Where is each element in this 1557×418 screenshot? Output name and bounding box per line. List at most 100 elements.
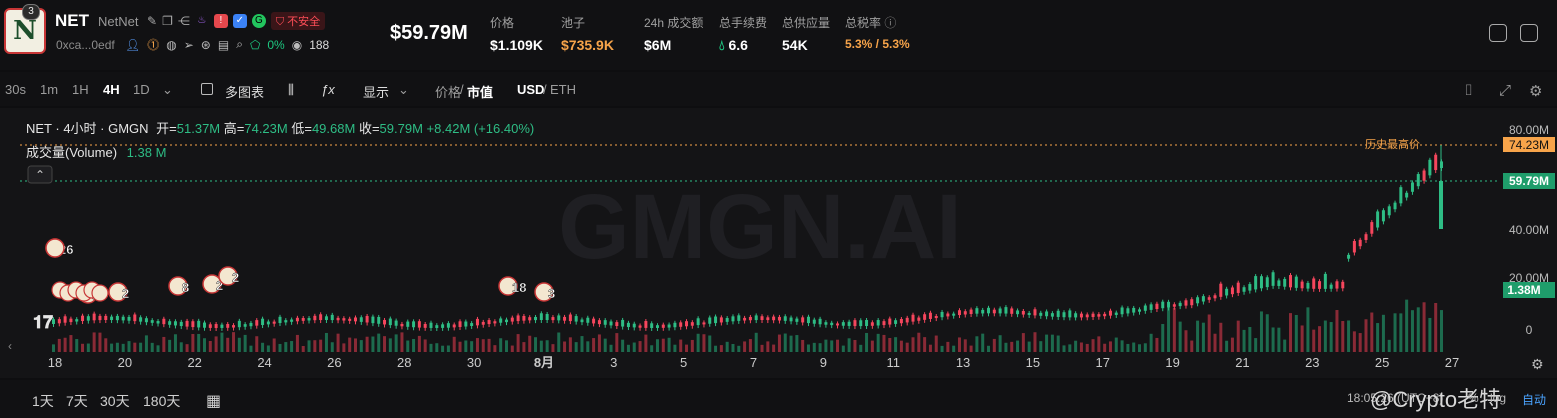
candle-body — [836, 323, 840, 326]
candle-type-icon[interactable]: ⫼ — [288, 82, 294, 98]
unsafe-badge[interactable]: ⛉ 不安全 — [270, 12, 326, 30]
axis-settings-icon[interactable]: ⚙ — [1531, 356, 1544, 372]
eth-toggle[interactable]: ETH — [550, 82, 576, 97]
interval-4h[interactable]: 4H — [103, 82, 120, 97]
candle-body — [1219, 283, 1223, 297]
candle-body — [1393, 202, 1397, 210]
interval-chevron-down-icon[interactable]: ⌄ — [162, 82, 173, 98]
mcap-toggle[interactable]: 市值 — [467, 82, 493, 101]
candle-body — [1004, 307, 1008, 314]
candle-body — [295, 317, 299, 322]
search-icon[interactable]: ⌕ — [236, 37, 243, 52]
sidebar-toggle-icon[interactable] — [1520, 24, 1538, 42]
volume-bar — [464, 340, 468, 352]
volume-bar — [969, 345, 973, 352]
globe-icon[interactable]: ◍ — [166, 38, 176, 52]
edit-icon[interactable]: ✎ — [147, 14, 157, 28]
log-toggle[interactable]: log — [1490, 391, 1506, 405]
volume-bar — [626, 344, 630, 352]
indicators-icon[interactable]: ƒx — [321, 82, 335, 97]
volume-bar — [1085, 343, 1089, 352]
share-icon[interactable]: ⋲ — [178, 14, 190, 28]
token-logo[interactable]: N 3 — [4, 4, 46, 54]
candle-body — [563, 316, 567, 321]
volume-bar — [894, 337, 898, 352]
user-icon[interactable]: 👤︎ — [125, 38, 140, 52]
chevron-up-icon[interactable]: ⌃ — [35, 168, 45, 182]
trade-marker-icon[interactable] — [45, 238, 65, 258]
volume-bar — [127, 341, 131, 352]
token-tag-row: ✎ ❐ ⋲ ♨ ! ✓ G ⛉ 不安全 — [147, 12, 326, 30]
telegram-icon[interactable]: ➢ — [184, 38, 194, 52]
candle-body — [359, 317, 363, 322]
candle-body — [255, 320, 259, 326]
candle-body — [69, 318, 73, 323]
volume-bar — [353, 338, 357, 352]
candle-body — [1184, 300, 1188, 306]
scroll-left-icon[interactable]: ‹ — [8, 339, 12, 353]
interval-1h[interactable]: 1H — [72, 82, 89, 97]
fullscreen-icon[interactable]: ⤢ — [1499, 82, 1511, 99]
compass-icon[interactable]: ⊛ — [201, 38, 211, 52]
fire-icon: ♨ — [197, 15, 207, 26]
volume-bar — [690, 339, 694, 352]
volume-bar — [731, 343, 735, 352]
percent-toggle[interactable]: % — [1468, 391, 1479, 405]
candle-body — [121, 316, 125, 321]
volume-bar — [1225, 340, 1229, 352]
display-chevron-down-icon[interactable]: ⌄ — [398, 82, 409, 98]
volume-bar — [429, 343, 433, 352]
legend-open: 51.37M — [176, 121, 221, 136]
legend-close-label: 收= — [358, 121, 380, 136]
candle-body — [377, 316, 381, 324]
display-menu[interactable]: 显示 — [363, 82, 389, 101]
candle-body — [150, 320, 154, 323]
volume-bar — [859, 344, 863, 352]
interval-30s[interactable]: 30s — [5, 82, 26, 97]
interval-1d[interactable]: 1D — [133, 82, 150, 97]
volume-bar — [615, 333, 619, 352]
calendar-icon[interactable]: ▦ — [206, 391, 221, 411]
usd-toggle[interactable]: USD — [517, 82, 544, 97]
candle-body — [1347, 254, 1351, 259]
price-chart-panel[interactable]: GMGN.AI 历史最高价 2652822183 74.23M 59.79M 1… — [0, 108, 1557, 378]
volume-bar — [336, 333, 340, 352]
alert-icon[interactable]: ⓵ — [147, 36, 159, 53]
camera-icon[interactable]: ⌷ — [1464, 82, 1473, 99]
candle-body — [1294, 276, 1298, 288]
copy-icon[interactable]: ❐ — [162, 14, 173, 28]
volume-bar — [673, 344, 677, 352]
token-address[interactable]: 0xca...0edf — [56, 38, 115, 52]
volume-bar — [1056, 335, 1060, 352]
volume-bar — [98, 332, 102, 352]
volume-bar — [52, 344, 55, 352]
multi-chart-checkbox[interactable] — [201, 83, 213, 95]
volume-bar — [406, 340, 410, 352]
candle-body — [690, 322, 694, 326]
interval-1m[interactable]: 1m — [40, 82, 58, 97]
stat-pool: 池子 $735.9K — [561, 14, 614, 53]
author-watermark: @Crypto老特 — [1370, 387, 1502, 412]
range-1d[interactable]: 1天 — [32, 391, 54, 411]
list-icon[interactable]: ▤ — [218, 38, 229, 52]
volume-bar — [516, 334, 520, 352]
range-30d[interactable]: 30天 — [100, 391, 130, 411]
auto-toggle[interactable]: 自动 — [1522, 391, 1546, 408]
volume-bar — [1381, 314, 1385, 352]
candle-body — [719, 317, 723, 323]
candlestick-chart[interactable]: GMGN.AI 历史最高价 2652822183 74.23M 59.79M 1… — [0, 108, 1557, 378]
volume-bar — [284, 342, 288, 352]
trade-marker-icon[interactable] — [91, 284, 109, 302]
volume-legend: 成交量(Volume) 1.38 M — [26, 142, 166, 161]
candle-body — [162, 318, 166, 325]
volume-bar — [760, 344, 764, 352]
help-icon[interactable]: ⓘ — [884, 16, 896, 30]
settings-gear-icon[interactable]: ⚙ — [1529, 82, 1542, 100]
range-180d[interactable]: 180天 — [143, 391, 180, 411]
range-7d[interactable]: 7天 — [66, 391, 88, 411]
price-toggle[interactable]: 价格 — [435, 82, 461, 101]
volume-bar — [1114, 337, 1118, 352]
stat-fees: 总手续费 💧︎ 6.6 — [719, 14, 767, 54]
volume-bar — [307, 340, 311, 352]
alarm-clock-icon[interactable] — [1489, 24, 1507, 42]
